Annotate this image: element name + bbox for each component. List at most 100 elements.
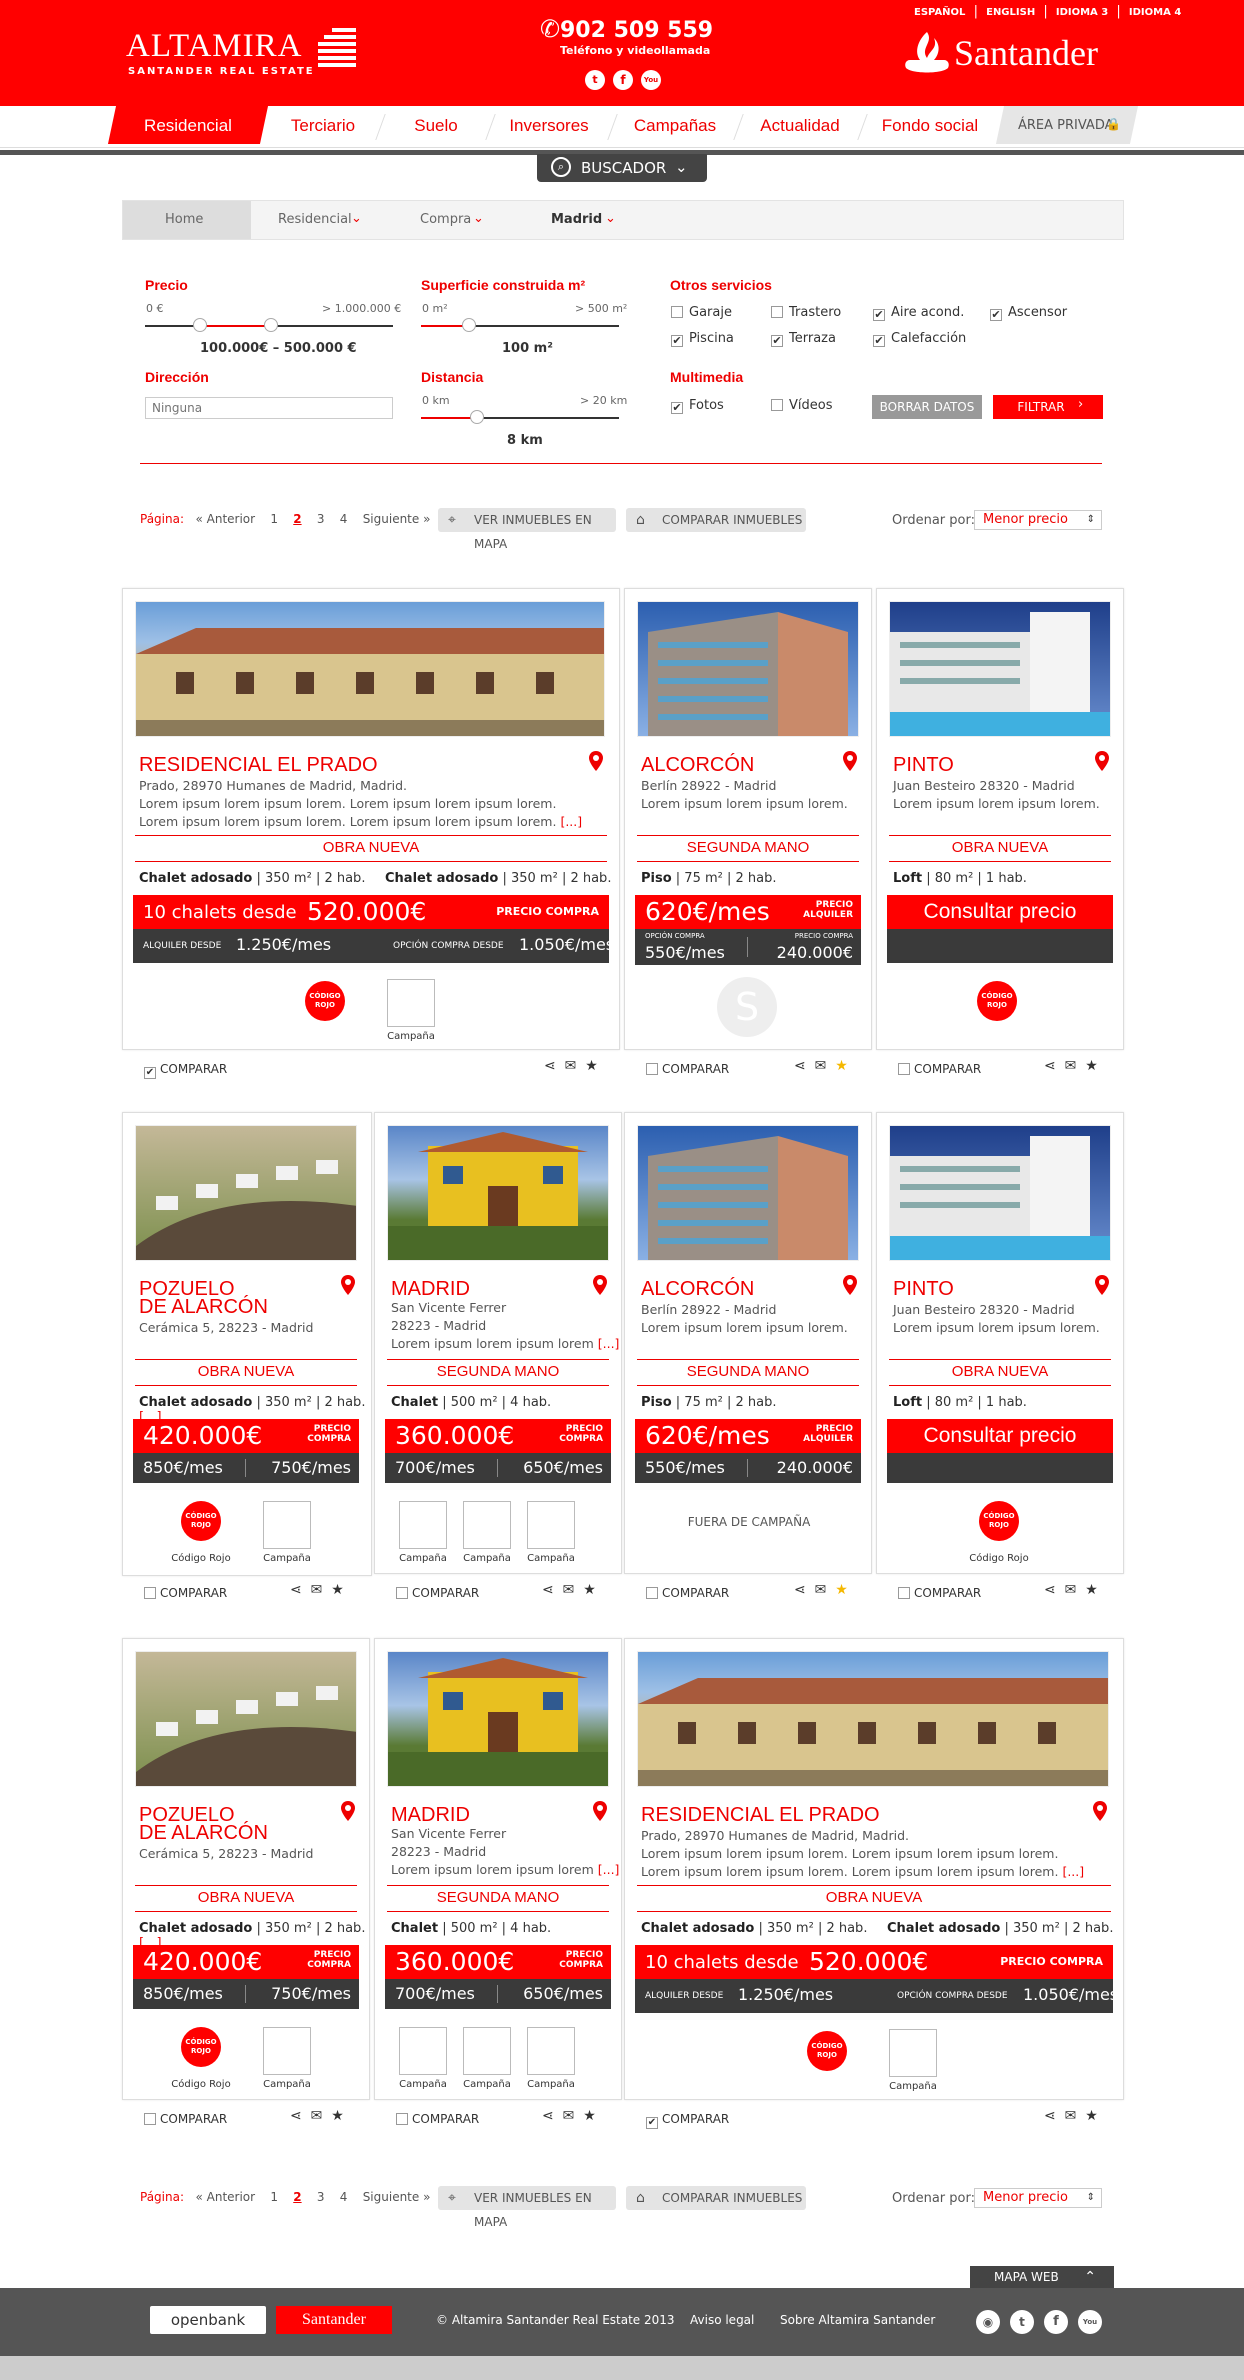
checkbox[interactable] (771, 399, 783, 411)
checkbox[interactable] (144, 2113, 156, 2125)
compare-button[interactable]: ⌂ COMPARAR INMUEBLES (626, 508, 806, 532)
compare-checkbox[interactable]: COMPARAR (396, 1586, 479, 1600)
facebook-icon[interactable]: f (1044, 2310, 1068, 2334)
compare-checkbox[interactable]: COMPARAR (898, 1586, 981, 1600)
checkbox-checked[interactable]: ✔ (873, 335, 885, 347)
property-title[interactable]: MADRID (391, 1279, 470, 1299)
star-icon[interactable]: ★ (331, 2108, 344, 2124)
property-photo[interactable] (387, 1125, 609, 1261)
filter-button[interactable]: FILTRAR (993, 395, 1103, 419)
lang-3[interactable]: IDIOMA 3 (1056, 7, 1108, 18)
share-icon[interactable]: ⋖ (542, 1582, 554, 1598)
openbank-logo[interactable]: openbank (150, 2306, 266, 2334)
read-more-link[interactable]: [...] (1062, 1864, 1084, 1879)
breadcrumb-residencial[interactable]: Residencial (278, 201, 352, 239)
mail-icon[interactable]: ✉ (1065, 1058, 1077, 1074)
campaign-thumb[interactable] (399, 2027, 447, 2075)
surface-slider-handle[interactable] (462, 318, 476, 332)
santander-footer-logo[interactable]: Santander (276, 2306, 392, 2334)
about-link[interactable]: Sobre Altamira Santander (780, 2313, 935, 2327)
star-icon[interactable]: ★ (583, 2108, 596, 2124)
lang-en[interactable]: ENGLISH (986, 7, 1035, 18)
mail-icon[interactable]: ✉ (311, 2108, 323, 2124)
property-photo[interactable] (889, 601, 1111, 737)
pager-prev[interactable]: « Anterior (195, 512, 255, 526)
service-trastero[interactable]: Trastero (771, 305, 841, 320)
order-select[interactable]: Menor precio ⇕ (974, 2188, 1102, 2208)
campaign-thumb[interactable] (263, 1501, 311, 1549)
checkbox-checked[interactable]: ✔ (646, 2117, 658, 2129)
order-select[interactable]: Menor precio ⇕ (974, 510, 1102, 530)
nav-campanas[interactable]: Campañas (618, 106, 732, 146)
property-card[interactable]: POZUELO DE ALARCÓN Cerámica 5, 28223 - M… (122, 1638, 370, 2100)
pager-page-3[interactable]: 3 (317, 512, 325, 526)
youtube-icon[interactable]: You (1078, 2310, 1102, 2334)
star-icon[interactable]: ★ (331, 1582, 344, 1598)
nav-actualidad[interactable]: Actualidad (744, 106, 856, 146)
property-title[interactable]: PINTO (893, 755, 954, 775)
campaign-thumb[interactable] (387, 979, 435, 1027)
map-pin-icon[interactable] (593, 1801, 607, 1821)
checkbox-checked[interactable]: ✔ (990, 309, 1002, 321)
checkbox[interactable] (898, 1063, 910, 1075)
property-photo[interactable] (637, 1651, 1109, 1787)
checkbox[interactable] (771, 306, 783, 318)
mail-icon[interactable]: ✉ (1065, 1582, 1077, 1598)
consult-price-button[interactable]: Consultar precio (887, 895, 1113, 929)
phone-number[interactable]: 902 509 559 (560, 18, 713, 43)
service-terraza[interactable]: ✔ Terraza (771, 331, 836, 347)
chevron-down-icon[interactable]: ⌄ (605, 211, 616, 226)
address-input[interactable] (145, 397, 393, 419)
pager-next[interactable]: Siguiente » (363, 2190, 431, 2204)
map-pin-icon[interactable] (1093, 1801, 1107, 1821)
map-pin-icon[interactable] (1095, 1275, 1109, 1295)
checkbox[interactable] (671, 306, 683, 318)
codigo-rojo-badge[interactable]: CÓDIGO ROJO (977, 981, 1017, 1021)
codigo-rojo-badge[interactable]: CÓDIGO ROJO (181, 2027, 221, 2067)
map-button[interactable]: ⌖ VER INMUEBLES EN MAPA (438, 508, 616, 551)
rss-icon[interactable]: ◉ (976, 2310, 1000, 2334)
checkbox-checked[interactable]: ✔ (144, 1067, 156, 1079)
property-card[interactable]: PINTO Juan Besteiro 28320 - Madrid Lorem… (876, 1112, 1124, 1574)
checkbox[interactable] (144, 1587, 156, 1599)
property-card[interactable]: MADRID San Vicente Ferrer 28223 - Madrid… (374, 1638, 622, 2100)
compare-checkbox[interactable]: COMPARAR (144, 1586, 227, 1600)
clear-button[interactable]: BORRAR DATOS (872, 395, 982, 419)
mail-icon[interactable]: ✉ (565, 1058, 577, 1074)
nav-suelo[interactable]: Suelo (386, 106, 486, 146)
checkbox[interactable] (898, 1587, 910, 1599)
star-icon-active[interactable]: ★ (835, 1058, 848, 1074)
service-calefaccion[interactable]: ✔ Calefacción (873, 331, 966, 347)
campaign-thumb[interactable] (527, 2027, 575, 2075)
share-icon[interactable]: ⋖ (794, 1058, 806, 1074)
codigo-rojo-badge[interactable]: CÓDIGO ROJO (305, 981, 345, 1021)
mail-icon[interactable]: ✉ (815, 1058, 827, 1074)
property-photo[interactable] (135, 1125, 357, 1261)
mail-icon[interactable]: ✉ (1065, 2108, 1077, 2124)
mail-icon[interactable]: ✉ (311, 1582, 323, 1598)
share-icon[interactable]: ⋖ (542, 2108, 554, 2124)
media-videos[interactable]: Vídeos (771, 398, 832, 413)
campaign-thumb[interactable] (399, 1501, 447, 1549)
campaign-thumb[interactable] (263, 2027, 311, 2075)
property-card[interactable]: ALCORCÓN Berlín 28922 - Madrid Lorem ips… (624, 588, 872, 1050)
checkbox-checked[interactable]: ✔ (671, 335, 683, 347)
share-icon[interactable]: ⋖ (1044, 1058, 1056, 1074)
mail-icon[interactable]: ✉ (815, 1582, 827, 1598)
nav-inversores[interactable]: Inversores (494, 106, 604, 146)
twitter-icon[interactable]: t (1010, 2310, 1034, 2334)
pager-page-1[interactable]: 1 (270, 512, 278, 526)
chevron-down-icon[interactable]: ⌄ (351, 211, 362, 226)
property-photo[interactable] (637, 1125, 859, 1261)
price-slider-max-handle[interactable] (264, 318, 278, 332)
brand-logo[interactable]: ALTAMIRA (126, 28, 302, 65)
nav-fondo-social[interactable]: Fondo social (868, 106, 992, 146)
checkbox[interactable] (646, 1587, 658, 1599)
campaign-thumb[interactable] (463, 1501, 511, 1549)
checkbox-checked[interactable]: ✔ (873, 309, 885, 321)
pager-page-1[interactable]: 1 (270, 2190, 278, 2204)
read-more-link[interactable]: [...] (598, 1336, 620, 1351)
service-piscina[interactable]: ✔ Piscina (671, 331, 734, 347)
checkbox[interactable] (396, 1587, 408, 1599)
compare-checkbox[interactable]: ✔ COMPARAR (144, 1062, 227, 1079)
